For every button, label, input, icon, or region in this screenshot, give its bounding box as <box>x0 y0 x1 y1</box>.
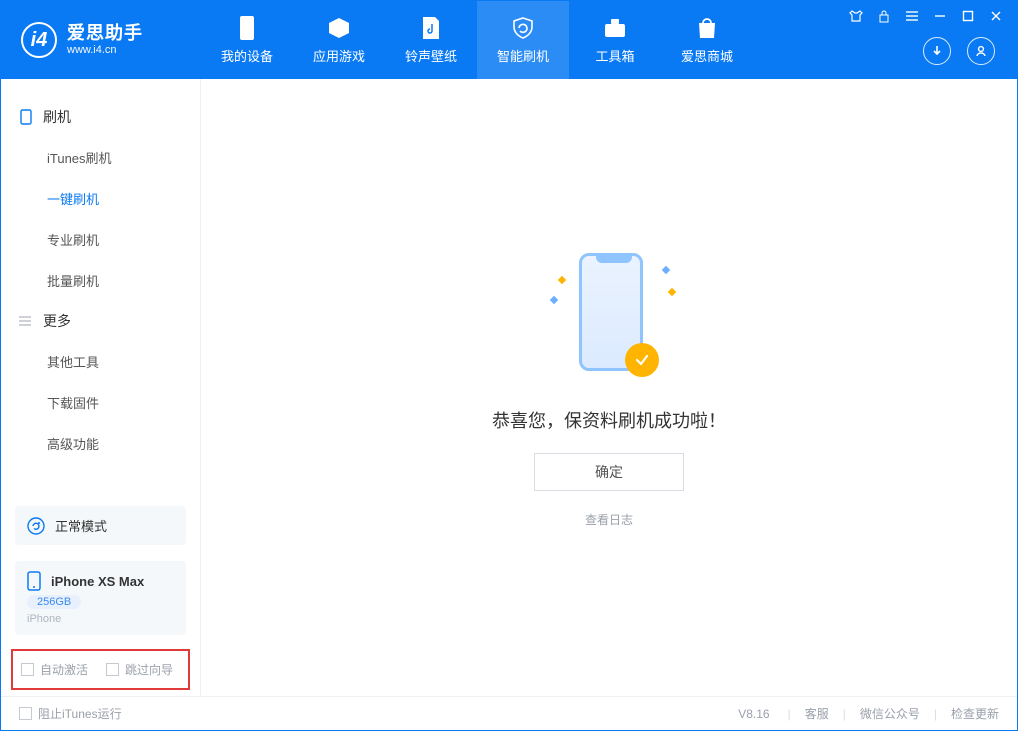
checkbox-label: 跳过向导 <box>125 661 173 678</box>
sparkle-icon <box>558 276 566 284</box>
nav-tabs: 我的设备 应用游戏 铃声壁纸 智能刷机 工具箱 爱思商城 <box>201 1 753 79</box>
logo-icon: i4 <box>21 22 57 58</box>
phone-icon <box>19 110 33 124</box>
checkbox-skip-guide[interactable]: 跳过向导 <box>106 661 173 678</box>
tab-label: 我的设备 <box>221 46 273 65</box>
bag-icon <box>695 16 719 40</box>
footer-right: V8.16 | 客服 | 微信公众号 | 检查更新 <box>738 705 999 722</box>
main-content: 恭喜您，保资料刷机成功啦！ 确定 查看日志 <box>201 79 1017 696</box>
sparkle-icon <box>662 266 670 274</box>
sidebar-item-advanced[interactable]: 高级功能 <box>1 423 200 464</box>
group-title-text: 更多 <box>43 311 71 331</box>
mode-label: 正常模式 <box>55 516 107 535</box>
tab-label: 爱思商城 <box>681 46 733 65</box>
device-name: iPhone XS Max <box>51 574 144 589</box>
version-label: V8.16 <box>738 707 769 721</box>
checkbox-auto-activate[interactable]: 自动激活 <box>21 661 88 678</box>
sidebar-item-pro-flash[interactable]: 专业刷机 <box>1 219 200 260</box>
checkbox-label: 阻止iTunes运行 <box>38 705 122 722</box>
sidebar-item-oneclick-flash[interactable]: 一键刷机 <box>1 178 200 219</box>
body: 刷机 iTunes刷机 一键刷机 专业刷机 批量刷机 更多 其他工具 下载固件 … <box>1 79 1017 696</box>
tab-toolbox[interactable]: 工具箱 <box>569 1 661 79</box>
checkbox-icon <box>106 663 119 676</box>
sidebar-group-flash: 刷机 <box>1 97 200 137</box>
tab-label: 智能刷机 <box>497 46 549 65</box>
header-right-icons <box>923 37 995 65</box>
footer-link-wechat[interactable]: 微信公众号 <box>860 705 920 722</box>
app-title: 爱思助手 <box>67 24 143 44</box>
cube-icon <box>327 16 351 40</box>
device-type: iPhone <box>27 613 61 625</box>
checkbox-block-itunes[interactable]: 阻止iTunes运行 <box>19 705 122 722</box>
footer-link-update[interactable]: 检查更新 <box>951 705 999 722</box>
tab-label: 应用游戏 <box>313 46 365 65</box>
user-button[interactable] <box>967 37 995 65</box>
sidebar-scroll: 刷机 iTunes刷机 一键刷机 专业刷机 批量刷机 更多 其他工具 下载固件 … <box>1 79 200 498</box>
device-box[interactable]: iPhone XS Max 256GB iPhone <box>15 561 186 635</box>
tab-smart-flash[interactable]: 智能刷机 <box>477 1 569 79</box>
success-message: 恭喜您，保资料刷机成功啦！ <box>492 407 726 433</box>
checkbox-icon <box>21 663 34 676</box>
tab-store[interactable]: 爱思商城 <box>661 1 753 79</box>
app-subtitle: www.i4.cn <box>67 44 143 56</box>
confirm-button[interactable]: 确定 <box>534 453 684 491</box>
logo-text: 爱思助手 www.i4.cn <box>67 24 143 56</box>
footer-link-support[interactable]: 客服 <box>805 705 829 722</box>
checkbox-label: 自动激活 <box>40 661 88 678</box>
list-icon <box>19 314 33 328</box>
sparkle-icon <box>668 288 676 296</box>
download-button[interactable] <box>923 37 951 65</box>
tab-label: 工具箱 <box>595 46 634 65</box>
minimize-button[interactable] <box>933 9 947 23</box>
window-controls <box>849 9 1003 23</box>
check-badge-icon <box>625 343 659 377</box>
header: i4 爱思助手 www.i4.cn 我的设备 应用游戏 铃声壁纸 智能刷机 <box>1 1 1017 79</box>
tab-my-device[interactable]: 我的设备 <box>201 1 293 79</box>
sidebar-item-download-firmware[interactable]: 下载固件 <box>1 382 200 423</box>
checkbox-icon <box>19 707 32 720</box>
app-window: i4 爱思助手 www.i4.cn 我的设备 应用游戏 铃声壁纸 智能刷机 <box>0 0 1018 731</box>
success-illustration <box>539 247 679 387</box>
tab-ringtone-wallpaper[interactable]: 铃声壁纸 <box>385 1 477 79</box>
sidebar: 刷机 iTunes刷机 一键刷机 专业刷机 批量刷机 更多 其他工具 下载固件 … <box>1 79 201 696</box>
group-title-text: 刷机 <box>43 107 71 127</box>
tab-apps-games[interactable]: 应用游戏 <box>293 1 385 79</box>
tab-label: 铃声壁纸 <box>405 46 457 65</box>
logo-area: i4 爱思助手 www.i4.cn <box>1 1 201 79</box>
close-button[interactable] <box>989 9 1003 23</box>
footer: 阻止iTunes运行 V8.16 | 客服 | 微信公众号 | 检查更新 <box>1 696 1017 730</box>
refresh-icon <box>27 517 45 535</box>
sidebar-item-other-tools[interactable]: 其他工具 <box>1 341 200 382</box>
view-log-link[interactable]: 查看日志 <box>585 511 633 528</box>
separator: | <box>934 707 937 721</box>
menu-icon[interactable] <box>905 9 919 23</box>
separator: | <box>788 707 791 721</box>
sparkle-icon <box>550 296 558 304</box>
sidebar-item-batch-flash[interactable]: 批量刷机 <box>1 260 200 301</box>
shirt-icon[interactable] <box>849 9 863 23</box>
shield-refresh-icon <box>511 16 535 40</box>
sidebar-item-itunes-flash[interactable]: iTunes刷机 <box>1 137 200 178</box>
options-highlight-box: 自动激活 跳过向导 <box>11 649 190 690</box>
separator: | <box>843 707 846 721</box>
mode-box[interactable]: 正常模式 <box>15 506 186 545</box>
toolbox-icon <box>603 16 627 40</box>
sidebar-group-more: 更多 <box>1 301 200 341</box>
device-capacity: 256GB <box>27 595 81 609</box>
lock-icon[interactable] <box>877 9 891 23</box>
music-file-icon <box>419 16 443 40</box>
maximize-button[interactable] <box>961 9 975 23</box>
device-icon <box>235 16 259 40</box>
phone-icon <box>27 571 41 591</box>
